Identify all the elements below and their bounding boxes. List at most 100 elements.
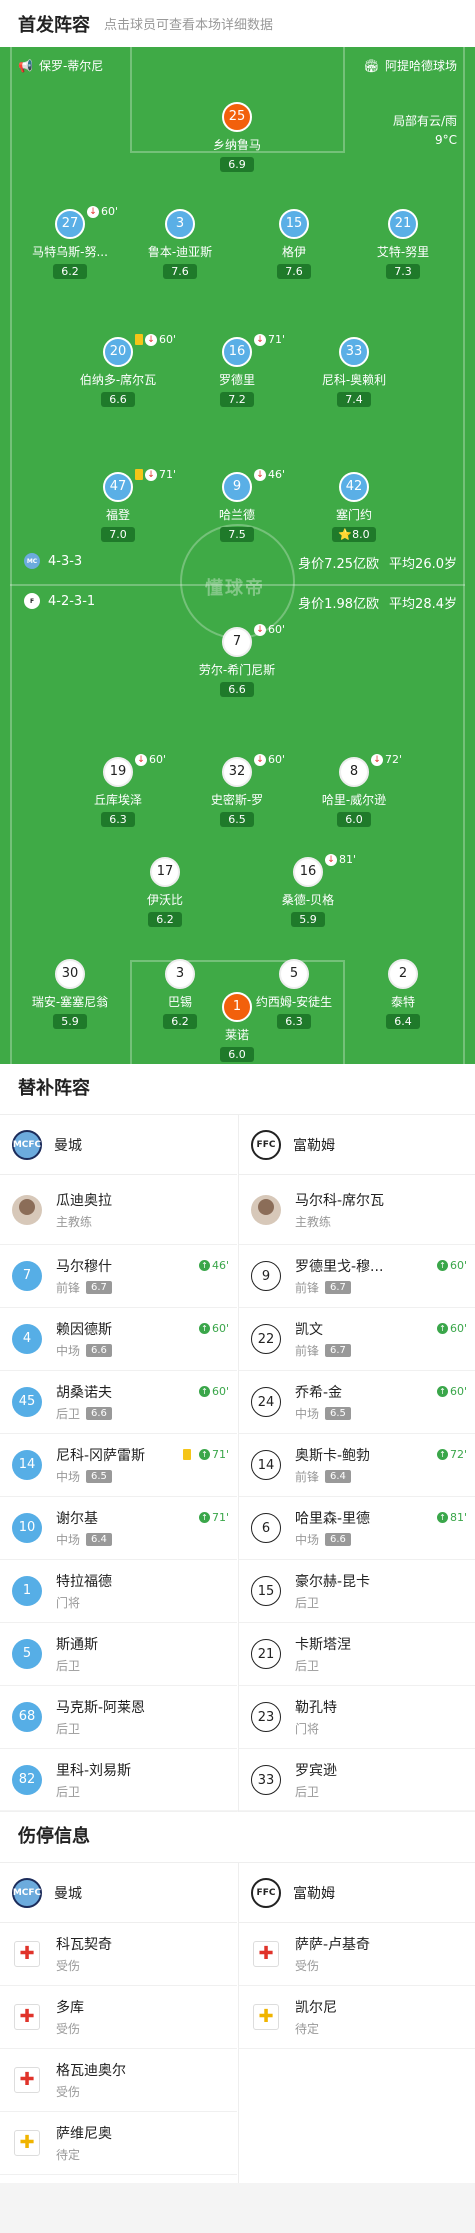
player-name: 里科-刘易斯: [56, 1763, 132, 1779]
home-team-row[interactable]: MCFC 曼城: [0, 1115, 237, 1175]
player-name: 马尔穆什: [56, 1259, 112, 1275]
sub-player-row[interactable]: 45 胡桑诺夫 后卫 6.6 ↑ 60': [0, 1371, 237, 1434]
player-name: 奥斯卡-鲍勃: [295, 1448, 371, 1464]
sub-minute: 71': [159, 468, 177, 481]
away-player-30[interactable]: 30 瑞安-塞塞尼翁 5.9: [15, 959, 125, 1029]
home-player-3[interactable]: 3 鲁本-迪亚斯 7.6: [125, 209, 235, 279]
sub-player-row[interactable]: 7 马尔穆什 前锋 6.7 ↑ 46': [0, 1245, 237, 1308]
away-age: 平均28.4岁: [389, 597, 457, 612]
sub-player-row[interactable]: 82 里科-刘易斯 后卫: [0, 1749, 237, 1812]
sub-out-icon: ↓: [371, 753, 383, 766]
sub-player-row[interactable]: 14 奥斯卡-鲍勃 前锋 6.4 ↑ 72': [239, 1434, 475, 1497]
away-team-row[interactable]: FFC 富勒姆: [239, 1863, 475, 1923]
player-rating: 6.6: [86, 1344, 112, 1357]
injury-status: 受伤: [56, 2022, 81, 2036]
injury-row[interactable]: ✚ 多库 受伤: [0, 1986, 237, 2049]
player-number: 47: [103, 472, 133, 502]
away-player-7[interactable]: 7 ↓ 60' 劳尔-希门尼斯 6.6: [182, 623, 292, 697]
player-name: 赖因德斯: [56, 1322, 112, 1338]
player-number: 68: [12, 1702, 42, 1732]
player-name: 瑞安-塞塞尼翁: [31, 995, 109, 1009]
away-formation-row: F 4-2-3-1: [24, 593, 95, 609]
player-number: 7: [12, 1261, 42, 1291]
sub-in-event: ↑ 60': [198, 1385, 229, 1398]
away-player-8[interactable]: 8 ↓ 72' 哈里-威尔逊 6.0: [299, 753, 409, 827]
player-position: 中场: [56, 1344, 81, 1358]
away-player-1[interactable]: 1 莱诺 6.0: [182, 992, 292, 1062]
away-player-17[interactable]: 17 伊沃比 6.2: [110, 857, 220, 927]
player-name: 谢尔基: [56, 1511, 98, 1527]
home-player-47[interactable]: 47 ↓ 71' 福登 7.0: [63, 468, 176, 542]
player-position: 中场: [295, 1407, 320, 1421]
player-number: 16: [222, 337, 252, 367]
injury-row[interactable]: ✚ 格瓦迪奥尔 受伤: [0, 2049, 237, 2112]
player-name: 尼科-冈萨雷斯: [56, 1448, 146, 1464]
home-team-logo: MC: [24, 553, 40, 569]
sub-player-row[interactable]: 68 马克斯-阿莱恩 后卫: [0, 1686, 237, 1749]
home-player-9[interactable]: 9 ↓ 46' 哈兰德 7.5: [182, 468, 292, 542]
player-number: 20: [103, 337, 133, 367]
home-player-15[interactable]: 15 格伊 7.6: [239, 209, 349, 279]
sub-player-row[interactable]: 33 罗宾逊 后卫: [239, 1749, 475, 1812]
whistle-icon: 📢: [18, 58, 33, 73]
player-position: 后卫: [295, 1785, 320, 1799]
home-coach[interactable]: 瓜迪奥拉 主教练: [0, 1175, 237, 1245]
home-player-16[interactable]: 16 ↓ 71' 罗德里 7.2: [182, 333, 292, 407]
sub-player-row[interactable]: 4 赖因德斯 中场 6.6 ↑ 60': [0, 1308, 237, 1371]
injury-row[interactable]: ✚ 萨萨-卢基奇 受伤: [239, 1923, 475, 1986]
away-player-16[interactable]: 16 ↓ 81' 桑德-贝格 5.9: [253, 853, 363, 927]
sub-player-row[interactable]: 5 斯通斯 后卫: [0, 1623, 237, 1686]
medical-cross-icon: ✚: [14, 2067, 40, 2093]
sub-player-row[interactable]: 21 卡斯塔涅 后卫: [239, 1623, 475, 1686]
home-player-25[interactable]: 25 乡纳鲁马 6.9: [182, 102, 292, 172]
player-name: 多库: [56, 2000, 84, 2016]
sub-in-icon: ↑: [198, 1323, 210, 1334]
player-name: 马特乌斯-努...: [32, 245, 108, 259]
sub-out-icon: ↓: [254, 333, 266, 346]
player-position: 后卫: [295, 1659, 320, 1673]
sub-player-row[interactable]: 9 罗德里戈-穆... 前锋 6.7 ↑ 60': [239, 1245, 475, 1308]
sub-in-icon: ↑: [198, 1386, 210, 1397]
injury-row[interactable]: ✚ 科瓦契奇 受伤: [0, 1923, 237, 1986]
sub-in-event: ↑ 71': [198, 1511, 229, 1524]
injury-row[interactable]: ✚ 萨维尼奥 待定: [0, 2112, 237, 2175]
player-name: 凯尔尼: [295, 2000, 337, 2016]
away-stats: 身价1.98亿欧 平均28.4岁: [298, 593, 457, 612]
weather: 局部有云/雨 9°C: [393, 112, 457, 150]
sub-player-row[interactable]: 15 豪尔赫-昆卡 后卫: [239, 1560, 475, 1623]
sub-player-row[interactable]: 14 尼科-冈萨雷斯 中场 6.5 ↑ 71': [0, 1434, 237, 1497]
away-coach[interactable]: 马尔科-席尔瓦 主教练: [239, 1175, 475, 1245]
sub-player-row[interactable]: 23 勒孔特 门将: [239, 1686, 475, 1749]
sub-player-row[interactable]: 24 乔希-金 中场 6.5 ↑ 60': [239, 1371, 475, 1434]
player-number: 14: [251, 1450, 281, 1480]
player-name: 马克斯-阿莱恩: [56, 1700, 146, 1716]
player-number: 1: [12, 1576, 42, 1606]
sub-player-row[interactable]: 10 谢尔基 中场 6.4 ↑ 71': [0, 1497, 237, 1560]
home-player-20[interactable]: 20 ↓ 60' 伯纳多-席尔瓦 6.6: [63, 333, 176, 407]
player-number: 22: [251, 1324, 281, 1354]
sub-minute: 46': [268, 468, 286, 481]
away-player-2[interactable]: 2 泰特 6.4: [348, 959, 458, 1029]
player-name: 桑德-贝格: [281, 893, 335, 907]
home-team-row[interactable]: MCFC 曼城: [0, 1863, 237, 1923]
sub-event: ↓ 72': [371, 753, 402, 766]
player-name: 科瓦契奇: [56, 1937, 112, 1953]
home-player-21[interactable]: 21 艾特-努里 7.3: [348, 209, 458, 279]
player-number: 16: [293, 857, 323, 887]
away-team-row[interactable]: FFC 富勒姆: [239, 1115, 475, 1175]
player-rating: 7.0: [101, 527, 135, 542]
home-player-42[interactable]: 42 塞门约 ⭐8.0: [299, 472, 409, 542]
sub-event: ↓ 71': [135, 468, 176, 481]
sub-player-row[interactable]: 1 特拉福德 门将: [0, 1560, 237, 1623]
home-player-33[interactable]: 33 尼科-奥赖利 7.4: [299, 337, 409, 407]
stadium-name: 阿提哈德球场: [384, 59, 457, 73]
injury-row[interactable]: ✚ 凯尔尼 待定: [239, 1986, 475, 2049]
away-player-19[interactable]: 19 ↓ 60' 丘库埃泽 6.3: [63, 753, 173, 827]
sub-player-row[interactable]: 22 凯文 前锋 6.7 ↑ 60': [239, 1308, 475, 1371]
sub-player-row[interactable]: 6 哈里森-里德 中场 6.6 ↑ 81': [239, 1497, 475, 1560]
player-name: 丘库埃泽: [93, 793, 142, 807]
player-rating: 7.3: [386, 264, 420, 279]
sub-event: ↓ 60': [135, 753, 166, 766]
home-player-27[interactable]: 27 ↓ 60' 马特乌斯-努... 6.2: [15, 205, 125, 279]
away-player-32[interactable]: 32 ↓ 60' 史密斯-罗 6.5: [182, 753, 292, 827]
